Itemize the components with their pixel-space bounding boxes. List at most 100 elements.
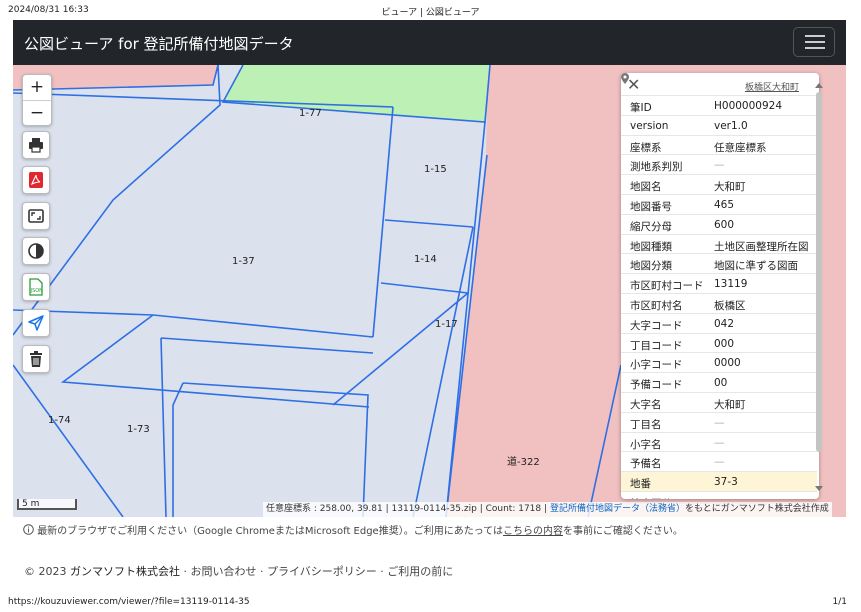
company-name: ガンマソフト株式会社 (70, 565, 180, 578)
attribute-row: 大字コード 042 (621, 312, 817, 333)
attribute-value: 0000 (714, 357, 741, 370)
before-use-link[interactable]: ご利用の前に (387, 565, 453, 578)
parcel-label: 1-73 (127, 424, 150, 435)
trash-icon[interactable] (22, 345, 50, 373)
hamburger-icon[interactable] (793, 27, 835, 57)
attribute-value: — (714, 416, 725, 429)
separator: | (479, 504, 483, 514)
selected-parcel (223, 65, 490, 122)
attribute-row: 市区町村名 板橋区 (621, 292, 817, 313)
attribute-key: 筆ID (630, 102, 652, 114)
attribute-value: 13119 (714, 278, 748, 291)
attribute-value: 37-3 (714, 476, 738, 489)
attribute-row: 地番 37-3 (621, 471, 817, 491)
print-title: ビューア | 公図ビューア (381, 8, 480, 18)
attribute-row: 予備名 — (621, 451, 817, 471)
contrast-icon[interactable] (22, 237, 50, 265)
zoom-control: + − (22, 74, 52, 126)
notice-text-end: を事前にご確認ください。 (563, 526, 683, 537)
attribute-value: 465 (714, 198, 735, 211)
attribute-key: 座標系 (630, 141, 662, 154)
attribute-value: H000000924 (714, 100, 783, 112)
zoom-in-button[interactable]: + (23, 75, 51, 100)
attribute-key: 地図種類 (630, 240, 672, 253)
attribute-value: 地図に準ずる図面 (714, 260, 798, 273)
location-link[interactable]: 板橋区大和町 (745, 80, 799, 93)
printer-icon[interactable] (22, 131, 50, 159)
separator: · (183, 565, 188, 578)
attribute-row: 縮尺分母 600 (621, 213, 817, 234)
attribute-row: 予備コード 00 (621, 372, 817, 392)
attribute-key: 精度区分 (630, 496, 672, 499)
separator: | (385, 504, 389, 514)
attribute-value: — (714, 456, 725, 469)
parcel-label: 1-15 (424, 164, 447, 175)
attribute-row: 丁目コード 000 (621, 332, 817, 353)
json-icon[interactable]: JSON (22, 273, 50, 301)
map-view[interactable]: 1-77 1-15 1-37 1-14 1-17 1-74 1-73 道-322… (13, 65, 846, 517)
parcel-label: 1-14 (414, 254, 437, 265)
attribute-value: — (714, 159, 725, 172)
attribute-row: 筆ID H000000924 (621, 95, 817, 115)
parcel-info-panel: ✕ 板橋区大和町 筆ID H000000924 version ver1.0 座標系 任意… (621, 73, 819, 499)
attribute-key: 地番 (630, 478, 651, 491)
attribute-value: 042 (714, 317, 735, 330)
contact-link[interactable]: お問い合わせ (191, 565, 257, 578)
attribute-value: ver1.0 (714, 119, 748, 132)
file-name: 13119-0114-35.zip (391, 504, 477, 514)
attribute-key: 市区町村名 (630, 299, 683, 312)
attribute-value: 任意座標系 (714, 141, 767, 154)
attribute-key: 大字名 (630, 398, 662, 411)
data-source-link[interactable]: 登記所備付地図データ（法務省） (550, 504, 685, 514)
attribute-row: 地図番号 465 (621, 193, 817, 214)
parcel-label: 1-74 (48, 415, 71, 426)
panel-scrollbar[interactable] (814, 83, 824, 493)
attribute-key: 市区町村コード (630, 280, 704, 293)
print-page-number: 1/1 (832, 597, 847, 607)
attribute-key: 地図名 (630, 181, 662, 194)
attribute-row: 地図分類 地図に準ずる図面 (621, 253, 817, 273)
navbar: 公図ビューア for 登記所備付地図データ (13, 20, 846, 65)
attribute-key: 小字コード (630, 359, 683, 372)
attribute-value: 00 (714, 377, 728, 390)
attribute-key: 小字名 (630, 438, 662, 451)
attribute-row: 大字名 大和町 (621, 391, 817, 412)
attribute-row: 地図名 大和町 (621, 174, 817, 194)
terms-link[interactable]: こちらの内容 (503, 526, 563, 537)
attribute-value: 000 (714, 337, 735, 350)
attribute-value: 板橋区 (714, 299, 746, 312)
attribute-key: version (630, 119, 669, 132)
frame-icon[interactable] (22, 202, 50, 230)
close-icon[interactable]: ✕ (627, 75, 640, 94)
privacy-policy-link[interactable]: プライバシーポリシー (267, 565, 377, 578)
attribute-row: version ver1.0 (621, 114, 817, 135)
send-icon[interactable] (22, 309, 50, 337)
pdf-icon[interactable] (22, 166, 50, 194)
attribution-suffix: をもとにガンマソフト株式会社作成 (684, 504, 829, 514)
browser-notice: 最新のブラウザでご利用ください（Google ChromeまたはMicrosof… (23, 522, 683, 537)
attribute-row: 小字名 — (621, 431, 817, 452)
attribute-key: 予備名 (630, 458, 662, 471)
scale-bar: 5 m (17, 499, 77, 510)
attribute-row: 地図種類 土地区画整理所在図 (621, 233, 817, 254)
attribute-key: 地図番号 (630, 200, 672, 213)
separator: | (544, 504, 548, 514)
attribute-value: 土地区画整理所在図 (714, 240, 809, 253)
map-pin-icon (621, 73, 629, 84)
print-footer: https://kouzuviewer.com/viewer/?file=131… (0, 592, 861, 610)
attribute-row: 精度区分 (621, 490, 817, 499)
attribute-key: 丁目コード (630, 339, 683, 352)
separator: · (260, 565, 264, 578)
zoom-out-button[interactable]: − (23, 100, 51, 126)
attribute-key: 大字コード (630, 319, 683, 332)
copyright: © 2023 (24, 565, 67, 578)
attribute-value: — (714, 436, 725, 449)
attribute-row: 小字コード 0000 (621, 352, 817, 372)
print-header: 2024/08/31 16:33 ビューア | 公図ビューア (0, 0, 861, 18)
parcel-label: 道-322 (507, 457, 540, 468)
brand-title[interactable]: 公図ビューア for 登記所備付地図データ (24, 33, 294, 54)
attribute-key: 測地系判別 (630, 161, 683, 174)
site-footer: © 2023 ガンマソフト株式会社 · お問い合わせ · プライバシーポリシー … (24, 563, 453, 579)
attribute-row: 市区町村コード 13119 (621, 273, 817, 293)
attribute-key: 予備コード (630, 379, 683, 392)
